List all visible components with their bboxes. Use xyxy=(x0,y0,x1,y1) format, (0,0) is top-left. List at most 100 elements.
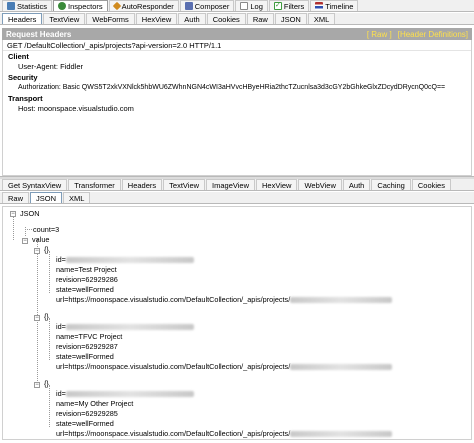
tab-label: HexView xyxy=(141,14,172,24)
response-tab-imageview[interactable]: ImageView xyxy=(206,179,256,190)
raw-link[interactable]: [ Raw ] xyxy=(367,30,392,39)
tree-node-url[interactable]: url=https://moonspace.visualstudio.com/D… xyxy=(56,429,393,438)
tab-log[interactable]: Log xyxy=(235,0,268,11)
tab-label: Caching xyxy=(377,180,405,190)
request-tab-webforms[interactable]: WebForms xyxy=(86,13,135,24)
response-tab-xml[interactable]: XML xyxy=(63,192,91,203)
tab-label: HexView xyxy=(262,180,292,190)
response-tab-json[interactable]: JSON xyxy=(30,192,63,203)
request-tab-json[interactable]: JSON xyxy=(274,13,307,24)
collapse-value-toggle[interactable]: − xyxy=(22,238,28,244)
header-user-agent: User-Agent: Fiddler xyxy=(18,62,84,71)
tab-autoresponder[interactable]: AutoResponder xyxy=(108,0,179,11)
response-tab-caching[interactable]: Caching xyxy=(371,179,411,190)
timeline-icon xyxy=(315,2,324,10)
tree-connector xyxy=(37,239,38,387)
tab-label: Inspectors xyxy=(68,1,103,11)
tab-statistics[interactable]: Statistics xyxy=(2,0,53,11)
tree-node-revision[interactable]: revision=62929285 xyxy=(56,409,118,418)
tab-label: Log xyxy=(250,1,263,11)
request-tab-hexview[interactable]: HexView xyxy=(135,13,178,24)
tab-label: JSON xyxy=(36,193,57,203)
tree-node-name[interactable]: name=Test Project xyxy=(56,265,117,274)
statistics-icon xyxy=(7,2,15,10)
tab-label: Raw xyxy=(8,193,24,203)
tree-node-object[interactable]: {} xyxy=(44,379,49,388)
tab-filters[interactable]: ✓ Filters xyxy=(268,0,310,11)
response-tab-hexview[interactable]: HexView xyxy=(256,179,298,190)
response-tab-cookies[interactable]: Cookies xyxy=(411,179,451,190)
tab-label: XML xyxy=(313,14,330,24)
request-tab-textview[interactable]: TextView xyxy=(43,13,86,24)
tab-label: Headers xyxy=(8,14,37,24)
request-headers-panel: GET /DefaultCollection/_apis/projects?ap… xyxy=(2,40,472,176)
tab-label: Get SyntaxView xyxy=(8,180,62,190)
tree-node-revision[interactable]: revision=62929287 xyxy=(56,342,118,351)
response-tab-get-syntaxview[interactable]: Get SyntaxView xyxy=(2,179,68,190)
tree-node-revision[interactable]: revision=62929286 xyxy=(56,275,118,284)
request-tab-raw[interactable]: Raw xyxy=(246,13,274,24)
tree-node-url[interactable]: url=https://moonspace.visualstudio.com/D… xyxy=(56,362,393,371)
request-tab-headers[interactable]: Headers xyxy=(2,13,43,24)
tab-label: Statistics xyxy=(17,1,48,11)
json-tree-view: − JSON count=3 − value − {} id= name=Tes… xyxy=(2,206,472,440)
tree-node-name[interactable]: name=My Other Project xyxy=(56,399,133,408)
collapse-item-toggle[interactable]: − xyxy=(34,248,40,254)
response-tab-webview[interactable]: WebView xyxy=(298,179,342,190)
log-icon xyxy=(240,2,249,10)
collapse-item-toggle[interactable]: − xyxy=(34,315,40,321)
redacted-id xyxy=(65,257,194,264)
id-label: id= xyxy=(56,255,66,264)
composer-icon xyxy=(184,2,193,10)
tree-node-name[interactable]: name=TFVC Project xyxy=(56,332,122,341)
tree-node-id[interactable]: id= xyxy=(56,255,194,264)
request-tab-auth[interactable]: Auth xyxy=(178,13,206,24)
header-definitions-link[interactable]: [Header Definitions] xyxy=(398,30,468,39)
tab-composer[interactable]: Composer xyxy=(179,0,235,11)
response-tab-transformer[interactable]: Transformer xyxy=(68,179,121,190)
redacted-url xyxy=(290,431,393,438)
autoresponder-icon xyxy=(112,1,121,11)
response-format-tabs: Raw JSON XML xyxy=(0,192,474,204)
response-tab-textview[interactable]: TextView xyxy=(163,179,206,190)
request-tab-cookies[interactable]: Cookies xyxy=(206,13,246,24)
redacted-id xyxy=(65,391,194,398)
tree-node-state[interactable]: state=wellFormed xyxy=(56,419,114,428)
request-headers-title: Request Headers xyxy=(6,29,72,39)
collapse-item-toggle[interactable]: − xyxy=(34,382,40,388)
id-label: id= xyxy=(56,389,66,398)
tree-node-object[interactable]: {} xyxy=(44,245,49,254)
tree-node-state[interactable]: state=wellFormed xyxy=(56,285,114,294)
tab-label: Composer xyxy=(194,1,230,11)
tree-node-count[interactable]: count=3 xyxy=(33,225,59,234)
tree-connector xyxy=(13,216,14,240)
redacted-id xyxy=(65,324,194,331)
tree-connector xyxy=(49,318,50,360)
request-tab-xml[interactable]: XML xyxy=(307,13,336,24)
response-tab-headers[interactable]: Headers xyxy=(121,179,163,190)
tab-inspectors[interactable]: Inspectors xyxy=(53,0,108,11)
tree-node-id[interactable]: id= xyxy=(56,389,194,398)
tree-node-value[interactable]: value xyxy=(32,235,49,244)
response-tab-auth[interactable]: Auth xyxy=(342,179,371,190)
tab-label: Filters xyxy=(283,1,305,11)
section-client: Client xyxy=(8,52,29,61)
tree-node-id[interactable]: id= xyxy=(56,322,194,331)
response-tab-raw[interactable]: Raw xyxy=(2,192,30,203)
main-tab-strip: Statistics Inspectors AutoResponder Comp… xyxy=(0,0,474,12)
filters-icon: ✓ xyxy=(273,2,282,10)
section-security: Security xyxy=(8,73,38,82)
collapse-json-toggle[interactable]: − xyxy=(10,211,16,217)
tree-node-url[interactable]: url=https://moonspace.visualstudio.com/D… xyxy=(56,295,393,304)
tree-connector xyxy=(49,385,50,427)
redacted-url xyxy=(290,364,393,371)
tab-timeline[interactable]: Timeline xyxy=(310,0,359,11)
id-label: id= xyxy=(56,322,66,331)
header-authorization: Authorization: Basic QWS5T2xkVXNlck5hbWU… xyxy=(18,84,446,91)
tab-label: WebForms xyxy=(92,14,129,24)
tree-node-object[interactable]: {} xyxy=(44,312,49,321)
tree-node-json[interactable]: JSON xyxy=(20,209,39,218)
tab-label: Auth xyxy=(184,14,200,24)
tab-label: XML xyxy=(69,193,85,203)
tree-node-state[interactable]: state=wellFormed xyxy=(56,352,114,361)
